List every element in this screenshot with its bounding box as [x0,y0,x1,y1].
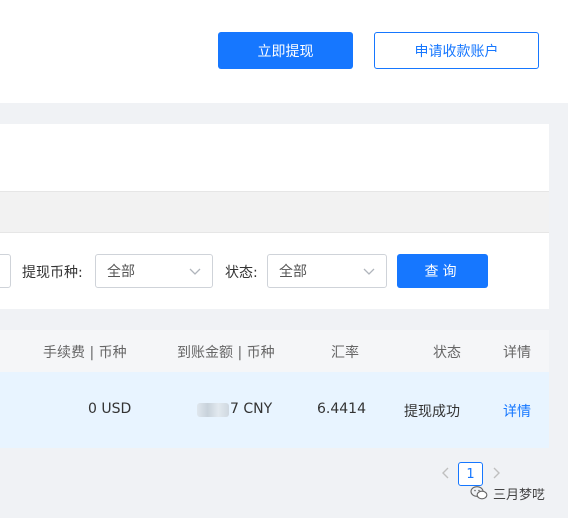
wechat-icon [470,486,488,500]
column-header-detail: 详情 [503,345,531,361]
redacted-amount [197,403,229,417]
chevron-down-icon [189,268,201,275]
chevron-right-icon[interactable] [489,463,505,483]
column-header-status: 状态 [433,345,461,361]
currency-filter-label: 提现币种: [22,265,83,281]
table-header: 手续费 | 币种 到账金额 | 币种 汇率 状态 详情 [0,330,549,372]
card-divider-strip [0,191,549,233]
column-header-fee: 手续费 | 币种 [43,345,127,361]
column-header-received: 到账金额 | 币种 [177,345,275,361]
detail-link[interactable]: 详情 [503,401,531,421]
table-row: 0 USD 7 CNY 6.4414 提现成功 详情 [0,372,549,448]
chevron-left-icon[interactable] [437,463,453,483]
status-select[interactable]: 全部 [267,254,387,288]
withdraw-records-table: 手续费 | 币种 到账金额 | 币种 汇率 状态 详情 0 USD 7 CNY … [0,330,549,448]
currency-select-value: 全部 [107,264,135,280]
status-filter-label: 状态: [225,265,258,281]
fee-cell: 0 USD [88,401,132,417]
chevron-down-icon [363,268,375,275]
previous-select-partial[interactable] [0,254,11,288]
watermark-text: 三月梦呓 [493,487,546,503]
watermark: 三月梦呓 [470,483,545,503]
withdraw-now-button[interactable]: 立即提现 [218,32,353,69]
top-action-bar: 立即提现 申请收款账户 [0,0,568,103]
rate-cell: 6.4414 [317,401,366,417]
currency-select[interactable]: 全部 [95,254,213,288]
status-cell: 提现成功 [404,404,460,420]
query-button[interactable]: 查询 [397,254,488,288]
column-header-rate: 汇率 [331,345,359,361]
apply-account-button[interactable]: 申请收款账户 [374,32,539,69]
received-amount-cell: 7 CNY [230,401,273,417]
status-select-value: 全部 [279,264,307,280]
